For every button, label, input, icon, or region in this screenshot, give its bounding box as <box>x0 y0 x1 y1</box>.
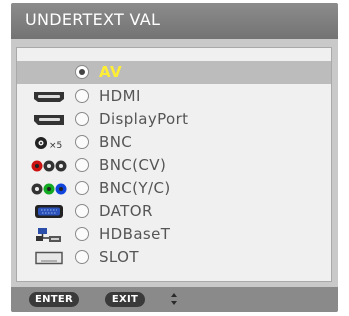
radio-button[interactable] <box>75 181 89 195</box>
input-option-displayport[interactable]: DisplayPort <box>17 108 331 131</box>
input-option-label: DATOR <box>99 202 153 220</box>
radio-button[interactable] <box>75 250 89 264</box>
menu-title: UNDERTEXT VAL <box>25 10 161 29</box>
bnc-connector-icon: ×5 <box>30 134 68 151</box>
input-option-label: HDBaseT <box>99 225 171 243</box>
bnc-yc-connectors-icon <box>30 180 68 197</box>
hdmi-port-icon <box>30 88 68 105</box>
input-option-dator[interactable]: DATOR <box>17 200 331 223</box>
input-option-hdbaset[interactable]: HDBaseT <box>17 223 331 246</box>
input-list: AV HDMI DisplayPort ×5 BNC BNC(CV) BNC(Y… <box>16 47 332 282</box>
radio-button[interactable] <box>75 135 89 149</box>
bnc-count-label: ×5 <box>49 141 62 151</box>
input-option-av[interactable]: AV <box>17 61 331 84</box>
input-option-label: BNC(Y/C) <box>99 179 171 197</box>
input-option-label: SLOT <box>99 248 139 266</box>
input-option-label: BNC(CV) <box>99 156 167 174</box>
input-option-bnc[interactable]: ×5 BNC <box>17 131 331 154</box>
radio-button[interactable] <box>75 112 89 126</box>
radio-button[interactable] <box>75 89 89 103</box>
input-option-hdmi[interactable]: HDMI <box>17 85 331 108</box>
computer-port-icon <box>30 203 68 220</box>
footer-key-guide: ENTER EXIT <box>11 287 338 312</box>
radio-button[interactable] <box>75 227 89 241</box>
title-bar: UNDERTEXT VAL <box>11 3 338 39</box>
exit-button[interactable]: EXIT <box>105 292 145 307</box>
input-option-bnc-cv[interactable]: BNC(CV) <box>17 154 331 177</box>
input-option-label: BNC <box>99 133 133 151</box>
input-option-bnc-yc[interactable]: BNC(Y/C) <box>17 177 331 200</box>
up-down-arrows-icon <box>170 291 178 307</box>
input-option-label: HDMI <box>99 87 141 105</box>
slot-icon <box>30 249 68 266</box>
radio-button[interactable] <box>75 158 89 172</box>
radio-selected-dot <box>78 68 85 75</box>
input-option-slot[interactable]: SLOT <box>17 246 331 269</box>
radio-button[interactable] <box>75 65 89 79</box>
input-select-menu: UNDERTEXT VAL AV HDMI DisplayPort ×5 BNC… <box>11 3 338 312</box>
displayport-port-icon <box>30 111 68 128</box>
input-option-label: AV <box>99 63 122 81</box>
input-option-label: DisplayPort <box>99 110 189 128</box>
bnc-cv-connectors-icon <box>30 157 68 174</box>
network-icon <box>30 226 68 243</box>
enter-button[interactable]: ENTER <box>29 292 79 307</box>
radio-button[interactable] <box>75 204 89 218</box>
